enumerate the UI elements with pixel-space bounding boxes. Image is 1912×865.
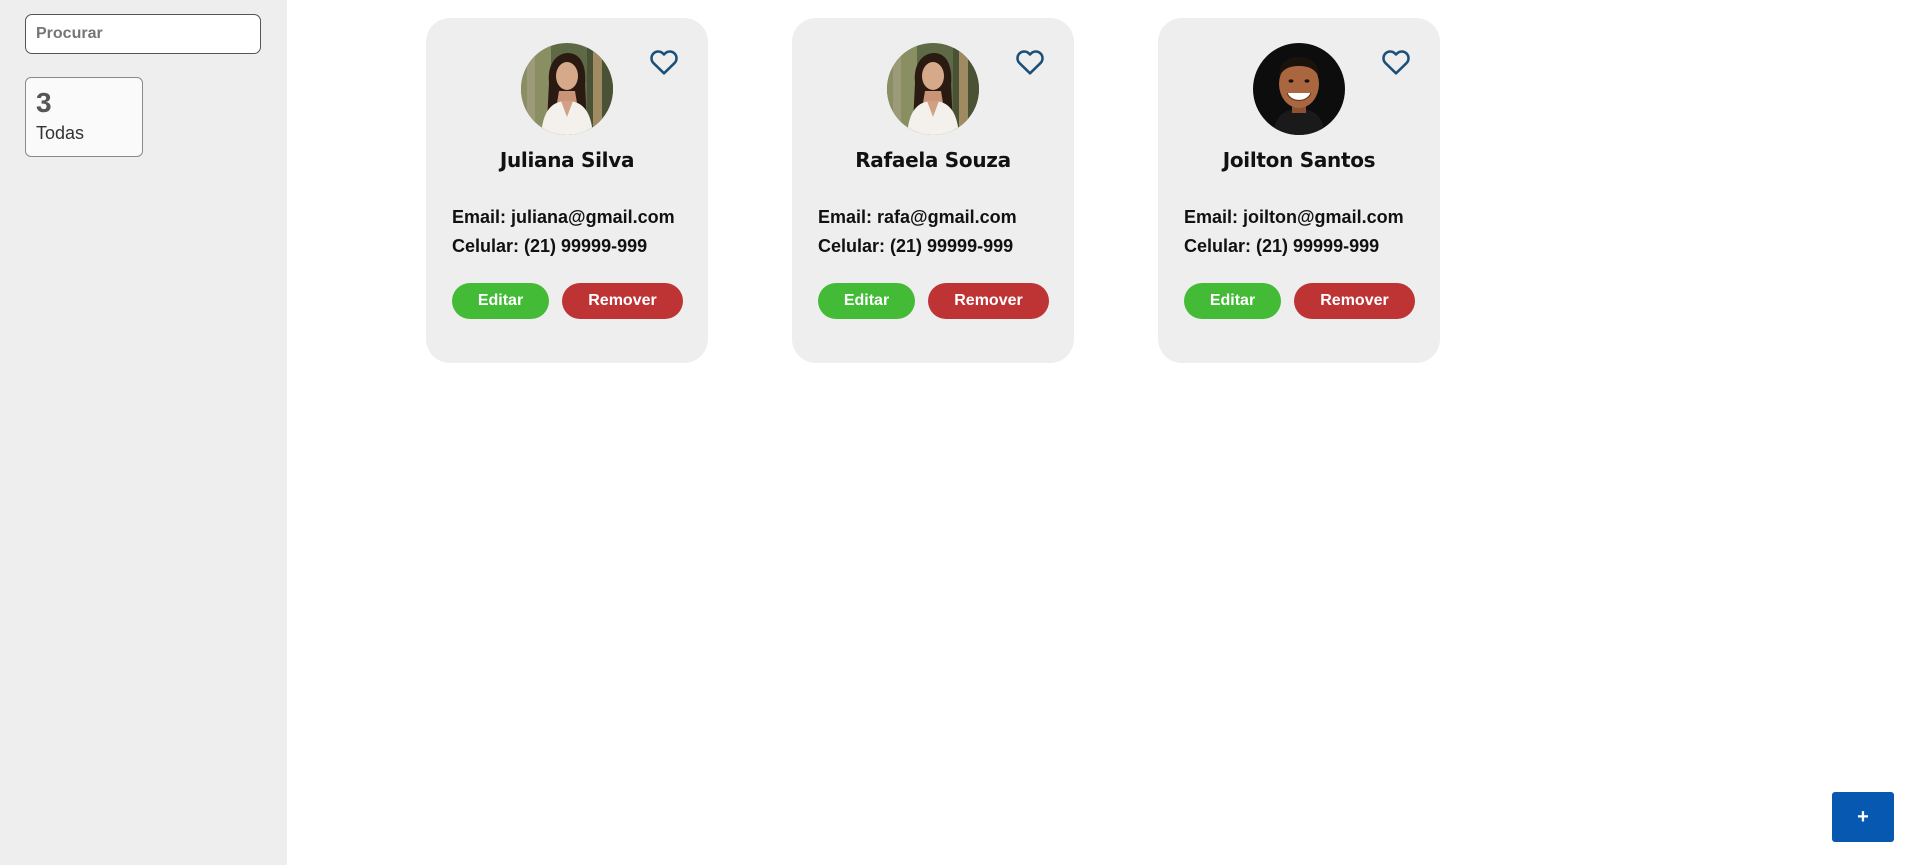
card-actions: Editar Remover — [818, 283, 1049, 319]
woman-photo-icon — [887, 43, 979, 135]
contact-details: Email: joilton@gmail.com Celular: (21) 9… — [1184, 203, 1404, 261]
filter-all-card[interactable]: 3 Todas — [25, 77, 143, 157]
search-input[interactable] — [25, 14, 261, 54]
contact-name: Juliana Silva — [499, 148, 635, 172]
contact-email: Email: rafa@gmail.com — [818, 207, 1017, 227]
contact-count: 3 — [36, 87, 52, 118]
man-photo-icon — [1253, 43, 1345, 135]
contact-name: Joilton Santos — [1222, 148, 1376, 172]
contact-email: Email: joilton@gmail.com — [1184, 207, 1404, 227]
edit-button[interactable]: Editar — [452, 283, 549, 319]
contact-email: Email: juliana@gmail.com — [452, 207, 675, 227]
filter-label: Todas — [36, 123, 85, 143]
edit-button[interactable]: Editar — [1184, 283, 1281, 319]
edit-button[interactable]: Editar — [818, 283, 915, 319]
favorite-button[interactable] — [1380, 46, 1412, 78]
heart-icon — [1014, 46, 1046, 78]
remove-button[interactable]: Remover — [928, 283, 1049, 319]
heart-icon — [1380, 46, 1412, 78]
contact-card: Joilton Santos Email: joilton@gmail.com … — [1158, 18, 1440, 363]
remove-button[interactable]: Remover — [1294, 283, 1415, 319]
contact-phone: Celular: (21) 99999-999 — [452, 236, 648, 256]
contact-phone: Celular: (21) 99999-999 — [1184, 236, 1380, 256]
remove-button[interactable]: Remover — [562, 283, 683, 319]
card-actions: Editar Remover — [1184, 283, 1415, 319]
sidebar: 3 Todas — [0, 0, 287, 865]
heart-icon — [648, 46, 680, 78]
favorite-button[interactable] — [1014, 46, 1046, 78]
contact-phone: Celular: (21) 99999-999 — [818, 236, 1014, 256]
contact-details: Email: juliana@gmail.com Celular: (21) 9… — [452, 203, 675, 261]
main-content: Juliana Silva Email: juliana@gmail.com C… — [287, 0, 1912, 865]
favorite-button[interactable] — [648, 46, 680, 78]
contact-card: Juliana Silva Email: juliana@gmail.com C… — [426, 18, 708, 363]
card-actions: Editar Remover — [452, 283, 683, 319]
woman-photo-icon — [521, 43, 613, 135]
contact-list: Juliana Silva Email: juliana@gmail.com C… — [426, 18, 1440, 363]
avatar — [1253, 43, 1345, 135]
avatar — [521, 43, 613, 135]
contact-details: Email: rafa@gmail.com Celular: (21) 9999… — [818, 203, 1017, 261]
avatar — [887, 43, 979, 135]
contact-card: Rafaela Souza Email: rafa@gmail.com Celu… — [792, 18, 1074, 363]
add-contact-button[interactable]: + — [1832, 792, 1894, 842]
contact-name: Rafaela Souza — [855, 148, 1011, 172]
